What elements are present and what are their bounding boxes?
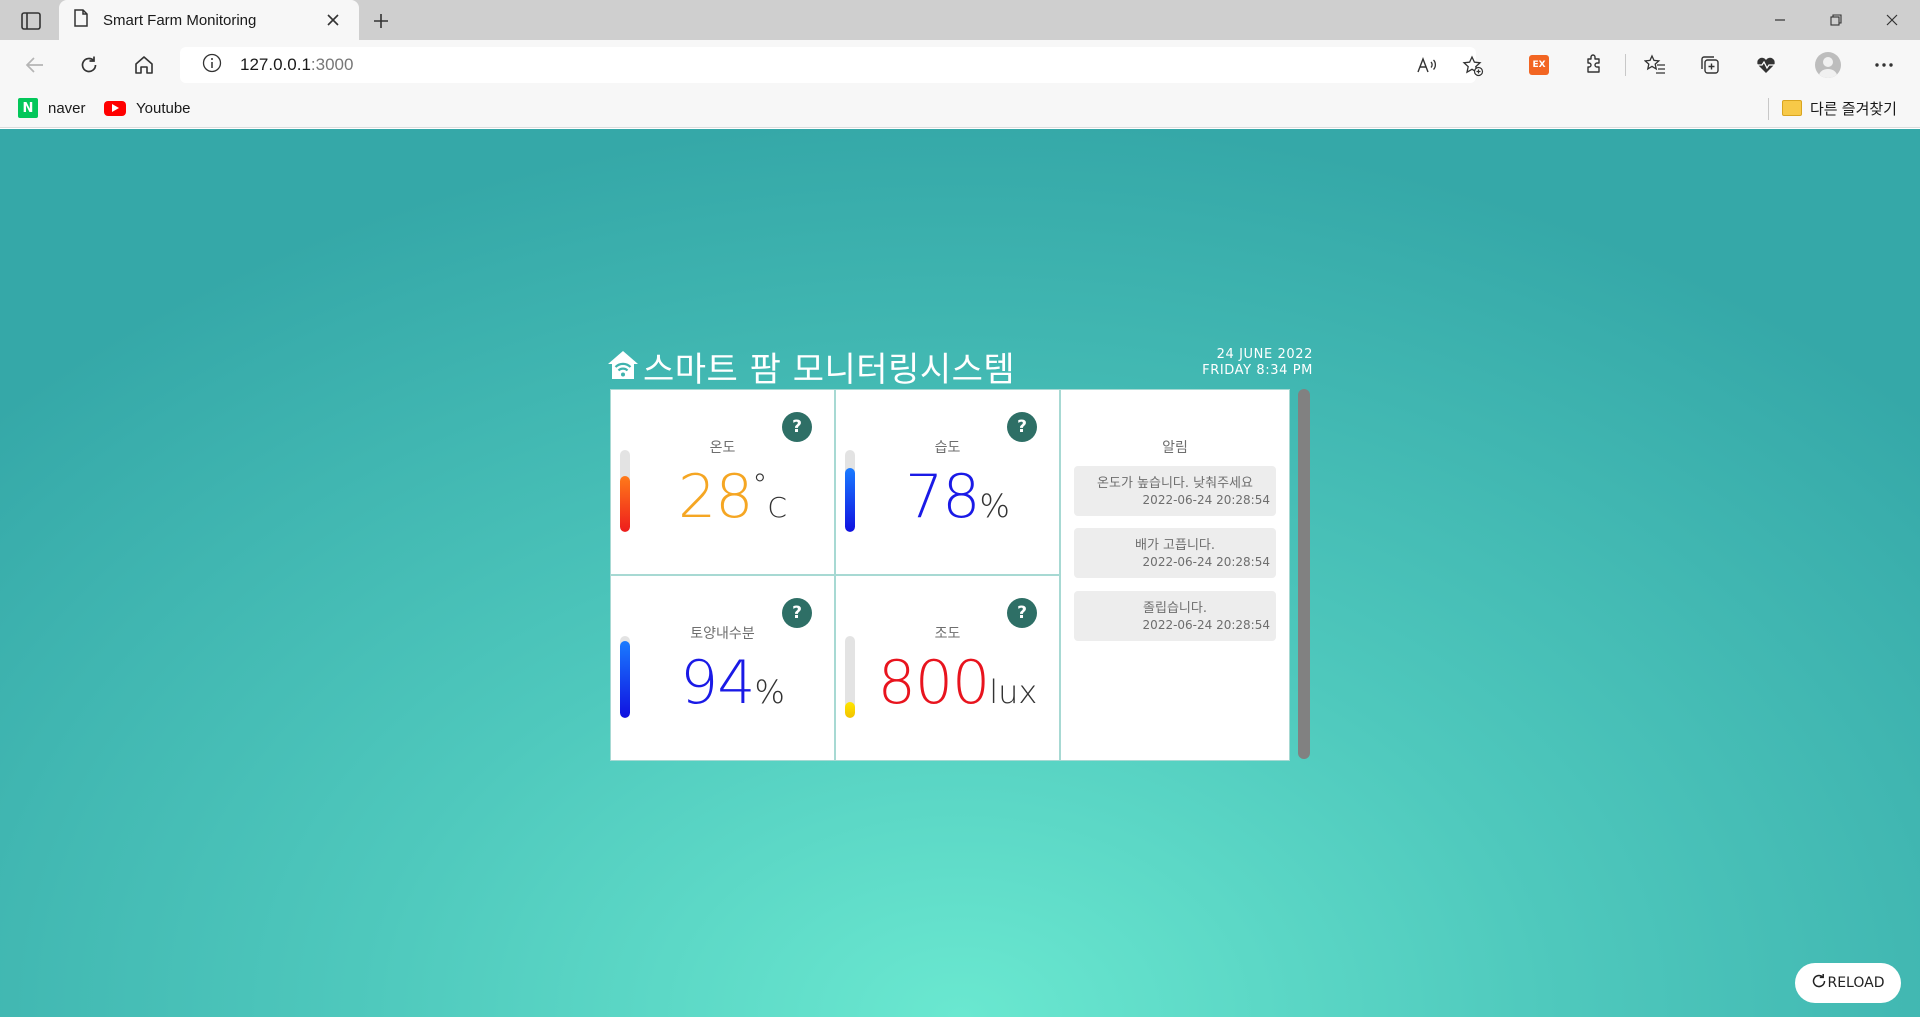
dashboard-title: 스마트 팜 모니터링시스템	[607, 342, 1015, 391]
alert-time: 2022-06-24 20:28:54	[1142, 618, 1270, 632]
new-tab-button[interactable]	[368, 8, 394, 34]
favorites-icon[interactable]	[1641, 51, 1669, 79]
light-gauge	[845, 636, 855, 718]
light-help-button[interactable]: ?	[1007, 598, 1037, 628]
light-value: 800	[877, 648, 991, 718]
reload-button[interactable]: RELOAD	[1795, 963, 1901, 1003]
close-window-icon[interactable]	[1864, 0, 1920, 40]
temperature-gauge-fill	[620, 476, 630, 532]
dashboard-header: 스마트 팜 모니터링시스템 24 JUNE 2022 FRIDAY 8:34 P…	[607, 342, 1313, 391]
alert-message: 졸립습니다.	[1143, 601, 1207, 616]
add-favorite-icon[interactable]	[1462, 55, 1484, 77]
tab-actions-icon[interactable]	[14, 9, 48, 33]
alerts-title: 알림	[1162, 440, 1188, 456]
temperature-unit: C	[767, 491, 787, 524]
avatar	[1815, 52, 1841, 78]
other-favorites-label: 다른 즐겨찾기	[1810, 100, 1897, 118]
soil-moisture-gauge-fill	[620, 640, 630, 718]
naver-icon: N	[18, 98, 38, 118]
soil-moisture-card: 토양내수분 ? 94%	[610, 575, 835, 761]
degree-symbol: °	[752, 468, 768, 503]
home-icon[interactable]	[129, 50, 159, 80]
active-tab[interactable]: Smart Farm Monitoring	[59, 0, 359, 40]
extension-badge-label: EX	[1529, 55, 1549, 75]
url-text: 127.0.0.1:3000	[240, 55, 353, 75]
extensions-icon[interactable]	[1580, 51, 1608, 79]
temperature-gauge	[620, 450, 630, 532]
soil-moisture-gauge	[620, 636, 630, 718]
temperature-reading: 28°C	[631, 462, 834, 532]
tab-title: Smart Farm Monitoring	[103, 11, 257, 29]
toolbar-divider	[1625, 54, 1626, 76]
page-title: 스마트 팜 모니터링시스템	[643, 350, 1016, 390]
soil-moisture-help-button[interactable]: ?	[782, 598, 812, 628]
humidity-gauge	[845, 450, 855, 532]
bookmark-youtube[interactable]: Youtube	[104, 97, 191, 119]
address-bar[interactable]: 127.0.0.1:3000	[180, 47, 1484, 83]
alert-time: 2022-06-24 20:28:54	[1142, 555, 1270, 569]
extension-badge-icon[interactable]: EX	[1525, 51, 1553, 79]
day-time-text: FRIDAY 8:34 PM	[1202, 363, 1313, 378]
date-text: 24 JUNE 2022	[1216, 347, 1313, 362]
humidity-card: 습도 ? 78%	[835, 389, 1060, 575]
smart-home-wifi-icon	[607, 350, 639, 384]
restore-icon[interactable]	[1808, 0, 1864, 40]
alerts-scrollbar[interactable]	[1298, 389, 1310, 759]
refresh-icon[interactable]	[74, 50, 104, 80]
humidity-reading: 78%	[856, 462, 1059, 532]
alert-message: 배가 고픕니다.	[1134, 538, 1216, 553]
youtube-icon	[104, 100, 126, 116]
alerts-panel: 알림 온도가 높습니다. 낮춰주세요 2022-06-24 20:28:54 배…	[1060, 389, 1290, 761]
bookmarks-divider	[1768, 98, 1769, 120]
more-options-icon[interactable]	[1870, 51, 1898, 79]
humidity-help-button[interactable]: ?	[1007, 412, 1037, 442]
temperature-value: 28	[678, 462, 753, 532]
alert-item[interactable]: 졸립습니다. 2022-06-24 20:28:54	[1074, 591, 1276, 641]
alert-item[interactable]: 배가 고픕니다. 2022-06-24 20:28:54	[1074, 528, 1276, 578]
temperature-card: 온도 ? 28°C	[610, 389, 835, 575]
profile-avatar-icon[interactable]	[1814, 51, 1842, 79]
page-background: 스마트 팜 모니터링시스템 24 JUNE 2022 FRIDAY 8:34 P…	[0, 129, 1920, 1017]
dashboard: 스마트 팜 모니터링시스템 24 JUNE 2022 FRIDAY 8:34 P…	[607, 342, 1313, 761]
soil-moisture-unit: %	[754, 673, 785, 711]
soil-moisture-reading: 94%	[631, 648, 834, 718]
window-controls	[1752, 0, 1920, 40]
date-display: 24 JUNE 2022 FRIDAY 8:34 PM	[1202, 347, 1313, 379]
alert-message: 온도가 높습니다. 낮춰주세요	[1097, 476, 1253, 491]
browser-toolbar: 127.0.0.1:3000 EX	[0, 40, 1920, 88]
alert-item[interactable]: 온도가 높습니다. 낮춰주세요 2022-06-24 20:28:54	[1074, 466, 1276, 516]
url-host: 127.0.0.1	[240, 55, 311, 74]
light-unit: lux	[989, 673, 1038, 711]
bookmarks-bar: N naver Youtube 다른 즐겨찾기	[0, 88, 1920, 128]
bookmark-label: Youtube	[136, 99, 191, 117]
page-icon	[73, 9, 89, 31]
url-port: :3000	[310, 55, 354, 74]
humidity-gauge-fill	[845, 468, 855, 532]
reload-icon	[1811, 973, 1827, 993]
collections-icon[interactable]	[1696, 51, 1724, 79]
temperature-help-button[interactable]: ?	[782, 412, 812, 442]
folder-icon	[1782, 100, 1802, 116]
alert-time: 2022-06-24 20:28:54	[1142, 493, 1270, 507]
humidity-unit: %	[979, 487, 1010, 525]
close-tab-icon[interactable]	[321, 8, 345, 32]
light-reading: 800lux	[856, 648, 1059, 718]
back-icon[interactable]	[20, 50, 50, 80]
minimize-icon[interactable]	[1752, 0, 1808, 40]
read-aloud-icon[interactable]	[1416, 55, 1438, 77]
reload-label: RELOAD	[1827, 975, 1885, 991]
sensor-board: 온도 ? 28°C 습도 ? 78% 토양내수분 ? 94% 조도 ? 800l…	[610, 389, 1310, 761]
tab-bar: Smart Farm Monitoring	[0, 0, 1920, 40]
soil-moisture-value: 94	[680, 648, 755, 718]
humidity-value: 78	[905, 462, 980, 532]
light-card: 조도 ? 800lux	[835, 575, 1060, 761]
info-icon[interactable]	[202, 53, 222, 77]
bookmark-label: naver	[48, 99, 86, 117]
browser-essentials-icon[interactable]	[1752, 51, 1780, 79]
light-gauge-fill	[845, 701, 855, 718]
other-favorites[interactable]: 다른 즐겨찾기	[1782, 97, 1897, 119]
bookmark-naver[interactable]: N naver	[18, 97, 86, 119]
